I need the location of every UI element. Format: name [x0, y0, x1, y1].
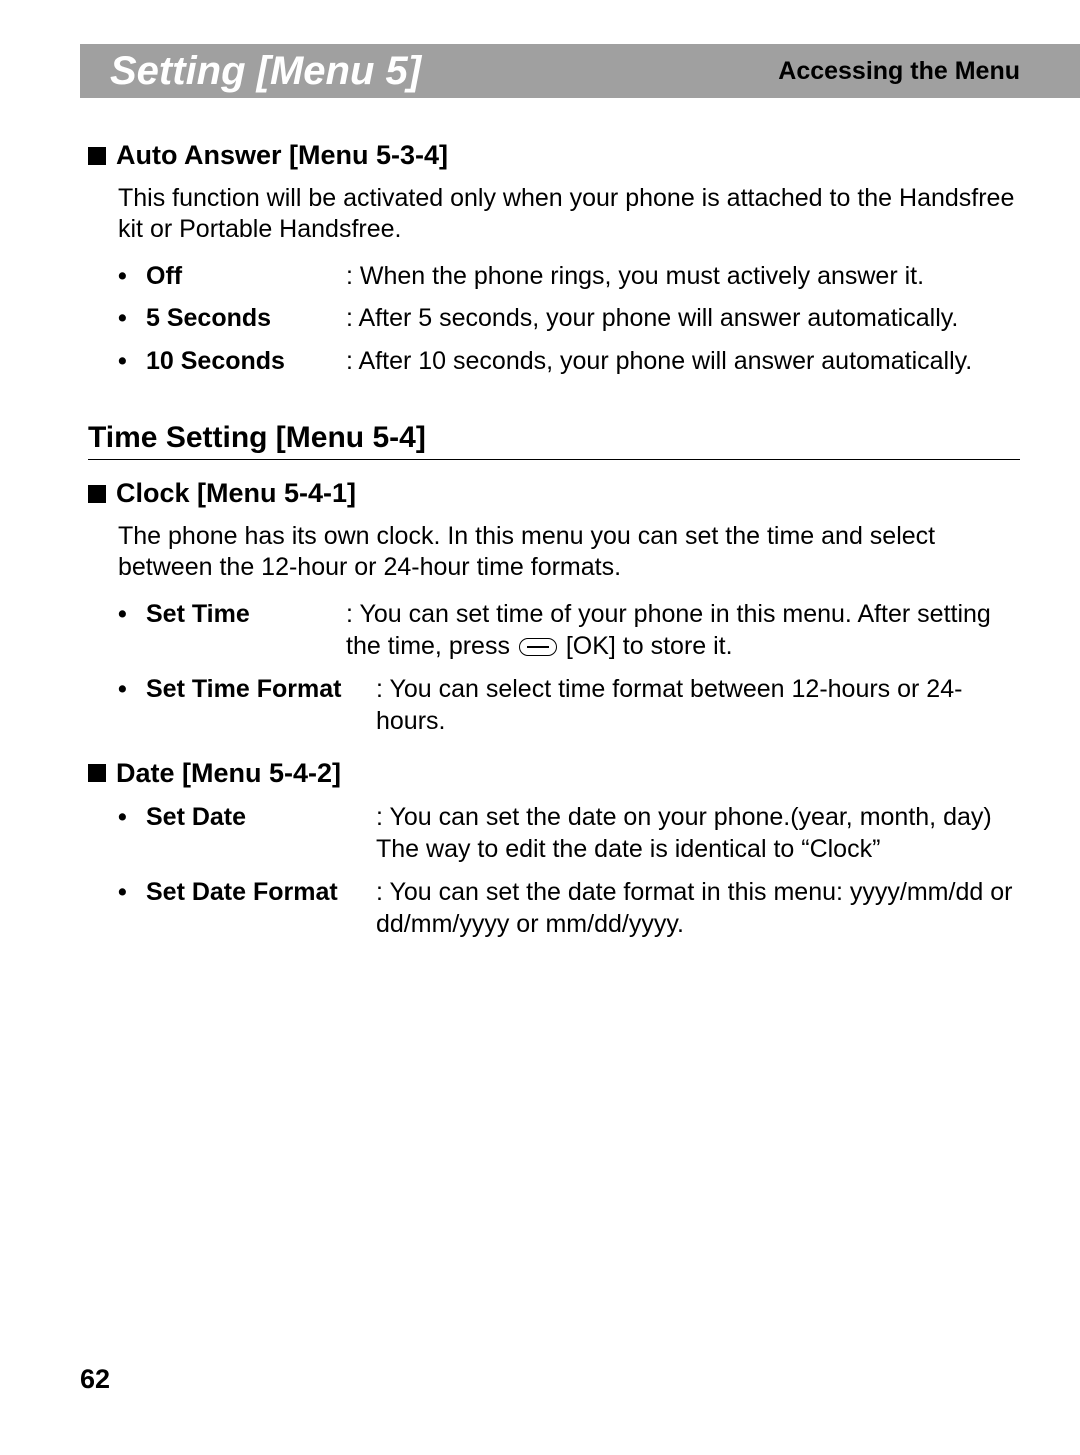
option-set-time-format-label: Set Time Format — [146, 673, 376, 738]
heading-time-setting: Time Setting [Menu 5-4] — [88, 421, 1020, 460]
option-set-time-format: • Set Time Format : You can select time … — [118, 673, 1020, 738]
option-5sec-desc: : After 5 seconds, your phone will answe… — [346, 302, 1020, 335]
option-set-date-desc: : You can set the date on your phone.(ye… — [376, 801, 1020, 866]
header-bar: Setting [Menu 5] Accessing the Menu — [80, 44, 1080, 98]
date-options: • Set Date : You can set the date on you… — [118, 801, 1020, 941]
page-number: 62 — [80, 1364, 110, 1395]
square-bullet-icon — [88, 485, 106, 503]
heading-date-text: Date [Menu 5-4-2] — [116, 758, 341, 789]
option-off: • Off : When the phone rings, you must a… — [118, 260, 1020, 293]
bullet-icon: • — [118, 598, 146, 663]
bullet-icon: • — [118, 673, 146, 738]
heading-auto-answer-text: Auto Answer [Menu 5-3-4] — [116, 140, 448, 171]
bullet-icon: • — [118, 345, 146, 378]
heading-auto-answer: Auto Answer [Menu 5-3-4] — [88, 140, 1020, 171]
option-10sec: • 10 Seconds : After 10 seconds, your ph… — [118, 345, 1020, 378]
option-set-time-desc: : You can set time of your phone in this… — [346, 598, 1020, 663]
auto-answer-body: This function will be activated only whe… — [118, 183, 1020, 246]
option-set-time-format-desc: : You can select time format between 12-… — [376, 673, 1020, 738]
option-10sec-label: 10 Seconds — [146, 345, 346, 378]
option-off-label: Off — [146, 260, 346, 293]
option-set-date-format-label: Set Date Format — [146, 876, 376, 941]
set-time-desc-part2: [OK] to store it. — [559, 632, 733, 660]
option-off-desc: : When the phone rings, you must activel… — [346, 260, 1020, 293]
option-10sec-desc: : After 10 seconds, your phone will answ… — [346, 345, 1020, 378]
header-subtitle: Accessing the Menu — [778, 57, 1020, 86]
ok-button-icon — [519, 638, 557, 656]
square-bullet-icon — [88, 147, 106, 165]
bullet-icon: • — [118, 260, 146, 293]
bullet-icon: • — [118, 302, 146, 335]
square-bullet-icon — [88, 764, 106, 782]
heading-clock-text: Clock [Menu 5-4-1] — [116, 478, 356, 509]
heading-date: Date [Menu 5-4-2] — [88, 758, 1020, 789]
option-set-date: • Set Date : You can set the date on you… — [118, 801, 1020, 866]
header-title: Setting [Menu 5] — [110, 49, 778, 94]
option-set-date-format: • Set Date Format : You can set the date… — [118, 876, 1020, 941]
option-5sec: • 5 Seconds : After 5 seconds, your phon… — [118, 302, 1020, 335]
option-set-time: • Set Time : You can set time of your ph… — [118, 598, 1020, 663]
bullet-icon: • — [118, 801, 146, 866]
option-5sec-label: 5 Seconds — [146, 302, 346, 335]
option-set-date-label: Set Date — [146, 801, 376, 866]
clock-body: The phone has its own clock. In this men… — [118, 521, 1020, 584]
bullet-icon: • — [118, 876, 146, 941]
heading-clock: Clock [Menu 5-4-1] — [88, 478, 1020, 509]
option-set-time-label: Set Time — [146, 598, 346, 663]
option-set-date-format-desc: : You can set the date format in this me… — [376, 876, 1020, 941]
page-content: Auto Answer [Menu 5-3-4] This function w… — [88, 140, 1020, 961]
